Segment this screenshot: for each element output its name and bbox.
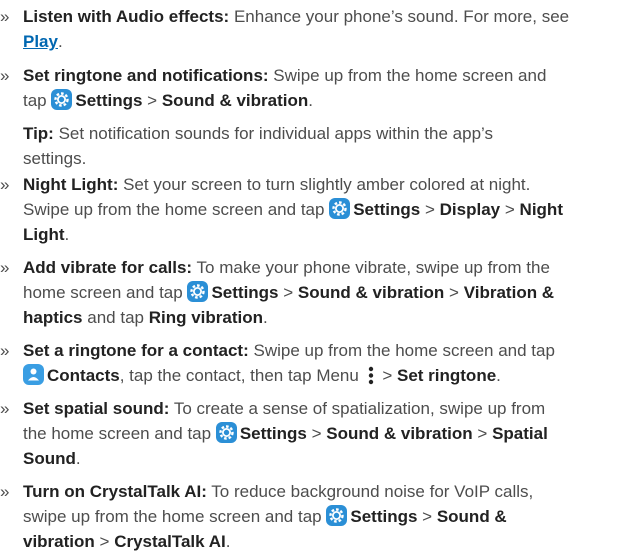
item-text: tap (23, 91, 47, 110)
separator: > (283, 283, 294, 302)
tip-note: Tip: Set notification sounds for individ… (0, 121, 610, 171)
list-item-night-light: » Night Light: Set your screen to turn sl… (0, 172, 610, 247)
ring-vibration-label: Ring vibration (148, 308, 264, 327)
bullet: » (0, 399, 10, 418)
separator: > (99, 532, 110, 551)
item-text: . (64, 225, 70, 244)
separator: > (311, 424, 322, 443)
separator: > (504, 200, 515, 219)
vibration-haptics-label: haptics (23, 308, 83, 327)
item-text: To reduce background noise for VoIP call… (211, 482, 534, 501)
spatial-sound-label: Spatial (492, 424, 548, 443)
play-link[interactable]: Play (23, 32, 58, 51)
night-light-label: Night (519, 200, 563, 219)
crystaltalk-label: CrystalTalk AI (114, 532, 226, 551)
display-label: Display (439, 200, 501, 219)
item-text: Set your screen to turn slightly amber c… (123, 175, 531, 194)
sound-vibration-label: Sound & vibration (326, 424, 473, 443)
list-item-contact-ringtone: » Set a ringtone for a contact: Swipe up … (0, 338, 610, 388)
menu-dots-icon (366, 365, 376, 386)
sound-vibration-label: Sound & vibration (297, 283, 445, 302)
item-text: Swipe up from the home screen and (273, 66, 547, 85)
settings-gear-icon (215, 422, 237, 443)
separator: > (147, 91, 158, 110)
item-text: Set notification sounds for individual a… (58, 124, 493, 143)
settings-label: Settings (211, 283, 279, 302)
list-item-spatial-sound: » Set spatial sound: To create a sense of… (0, 396, 610, 471)
separator: > (449, 283, 459, 302)
separator: > (424, 200, 435, 219)
item-heading: Set spatial sound: (23, 399, 170, 418)
item-text: . (496, 366, 501, 385)
bullet: » (0, 7, 10, 26)
settings-label: Settings (239, 424, 307, 443)
bullet: » (0, 66, 10, 85)
item-text: . (308, 91, 313, 110)
set-ringtone-label: Set ringtone (396, 366, 497, 385)
item-text: , tap the contact, then tap Menu (119, 366, 359, 385)
night-light-label: Light (23, 225, 65, 244)
bullet: » (0, 175, 10, 194)
settings-gear-icon (187, 281, 209, 302)
settings-gear-icon (329, 198, 351, 219)
item-heading: Set a ringtone for a contact: (23, 341, 249, 360)
settings-gear-icon (326, 505, 348, 526)
item-text: the home screen and tap (23, 424, 212, 443)
bullet: » (0, 341, 10, 360)
list-item-audio-effects: » Listen with Audio effects: Enhance your… (0, 4, 610, 54)
item-text: home screen and tap (23, 283, 183, 302)
item-text: . (263, 308, 268, 327)
separator: > (477, 424, 488, 443)
settings-label: Settings (353, 200, 421, 219)
item-heading: Turn on CrystalTalk AI: (23, 482, 207, 501)
bullet: » (0, 482, 10, 501)
separator: > (422, 507, 433, 526)
item-text: settings. (23, 149, 87, 168)
item-text: swipe up from the home screen and tap (23, 507, 322, 526)
contacts-person-icon (23, 364, 44, 385)
item-text: Swipe up from the home screen and tap (253, 341, 555, 360)
bullet: » (0, 258, 10, 277)
sound-vibration-label: vibration (23, 532, 95, 551)
item-heading: Add vibrate for calls: (23, 258, 193, 277)
item-heading: Set ringtone and notifications: (23, 66, 269, 85)
contacts-label: Contacts (47, 366, 120, 385)
item-text: To make your phone vibrate, swipe up fro… (196, 258, 550, 277)
list-item-vibrate-calls: » Add vibrate for calls: To make your pho… (0, 255, 610, 330)
list-item-crystaltalk: » Turn on CrystalTalk AI: To reduce backg… (0, 479, 610, 554)
item-text: . (225, 532, 231, 551)
item-heading: Listen with Audio effects: (23, 7, 230, 26)
item-text: and tap (87, 308, 144, 327)
list-item-ringtone-notifications: » Set ringtone and notifications: Swipe u… (0, 63, 610, 113)
item-text: Swipe up from the home screen and tap (23, 200, 325, 219)
item-text: Enhance your phone’s sound. For more, se… (233, 7, 570, 26)
item-heading: Night Light: (23, 175, 119, 194)
tip-heading: Tip: (23, 124, 54, 143)
settings-gear-icon (51, 89, 73, 110)
settings-label: Settings (75, 91, 143, 110)
sound-vibration-label: Sound & (436, 507, 507, 526)
vibration-haptics-label: Vibration & (463, 283, 555, 302)
item-text: . (75, 449, 81, 468)
sound-vibration-label: Sound & vibration (161, 91, 309, 110)
separator: > (382, 366, 393, 385)
item-text: . (57, 32, 63, 51)
settings-label: Settings (350, 507, 418, 526)
item-text: To create a sense of spatialization, swi… (173, 399, 546, 418)
spatial-sound-label: Sound (23, 449, 76, 468)
